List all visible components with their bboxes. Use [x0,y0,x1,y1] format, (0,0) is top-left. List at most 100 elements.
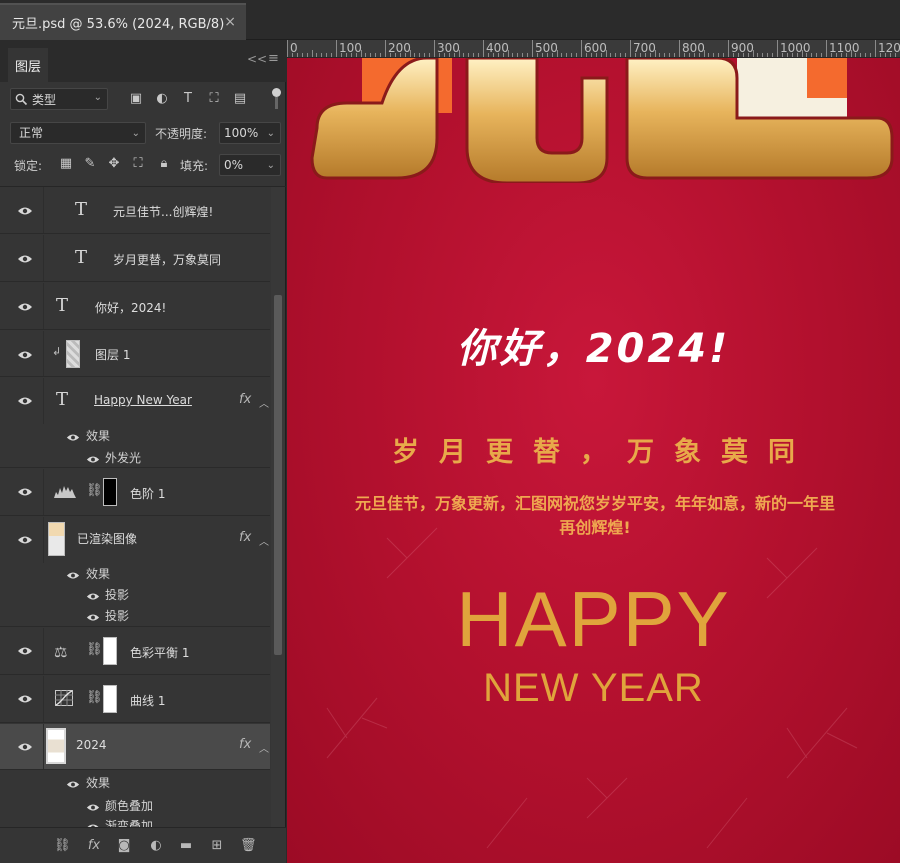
ruler-tick [649,53,651,57]
layers-scrollbar[interactable] [271,187,285,827]
eye-icon[interactable] [17,646,33,656]
ruler-tick [576,53,578,57]
layer-effects-icon[interactable]: fx [239,737,251,752]
delete-layer-icon[interactable]: 🗑︎ [240,838,257,854]
ruler-tick [600,53,602,57]
layer-row[interactable]: T 元旦佳节...创辉煌! [0,187,270,234]
effect-item[interactable]: 颜色叠加 [105,797,153,814]
layer-name: 你好，2024! [95,301,167,315]
filter-type-icon[interactable]: T [180,91,196,107]
layer-row[interactable]: ⛓ 色阶 1 [0,469,270,516]
ruler-tick [723,53,725,57]
filter-pixel-icon[interactable]: ▣ [128,91,144,107]
chevron-up-icon[interactable]: ︿ [259,395,269,410]
eye-icon[interactable] [17,350,33,360]
layers-scrollbar-thumb[interactable] [274,295,282,655]
lock-transparent-pixels-icon[interactable]: ▦ [58,156,74,172]
eye-icon[interactable] [86,611,100,621]
eye-icon[interactable] [86,453,100,463]
fill-field[interactable]: 0% ⌄ [219,154,281,176]
layer-row[interactable]: ⛓ 曲线 1 [0,676,270,723]
layer-row[interactable]: T 你好，2024! [0,283,270,330]
eye-icon[interactable] [66,778,80,788]
new-adjustment-layer-icon[interactable]: ◐ [148,838,164,854]
layer-row-selected[interactable]: 2024 fx ︿ [0,724,270,770]
collapse-panel-icon[interactable]: << [247,52,267,66]
text-layer-icon: T [75,247,88,268]
document-canvas[interactable]: 你好，2024! 岁月更替，万象莫同 元旦佳节，万象更新，汇图网祝您岁岁平安，年… [287,58,900,863]
filter-adjustment-icon[interactable]: ◐ [154,91,170,107]
layer-filter-select[interactable]: 类型 ⌄ [10,88,108,110]
close-tab-icon[interactable]: × [224,14,236,30]
poster-body-text: 元旦佳节，万象更新，汇图网祝您岁岁平安，年年如意，新的一年里再创辉煌! [354,494,835,537]
chevron-up-icon[interactable]: ︿ [259,740,269,755]
lock-artboard-icon[interactable]: ⛶ [130,156,146,172]
filter-shape-icon[interactable]: ⛶ [206,91,222,107]
effect-item[interactable]: 外发光 [105,449,141,466]
horizontal-ruler[interactable]: 0 100 200 300 400 500 600 700 800 900 10… [287,40,900,58]
ruler-tick [884,53,886,57]
layer-effects-icon[interactable]: fx [239,392,251,407]
ruler-tick [796,53,798,57]
eye-icon[interactable] [17,535,33,545]
ruler-tick [703,50,705,57]
blend-mode-select[interactable]: 正常 ⌄ [10,122,146,144]
document-tab[interactable]: 元旦.psd @ 53.6% (2024, RGB/8) × [0,3,246,40]
link-icon[interactable]: ⛓ [86,483,103,498]
eye-icon[interactable] [17,302,33,312]
ruler-tick [473,53,475,57]
ruler-tick [448,53,450,57]
add-layer-style-icon[interactable]: fx [86,838,102,854]
eye-icon[interactable] [66,569,80,579]
eye-icon[interactable] [17,254,33,264]
layer-row[interactable]: 已渲染图像 fx ︿ 效果 投影 投影 [0,517,270,627]
lock-all-icon[interactable]: 🔒︎ [156,156,172,172]
lock-position-icon[interactable]: ✥ [106,156,122,172]
eye-icon[interactable] [66,431,80,441]
new-group-icon[interactable]: ▬ [178,838,194,854]
effect-item[interactable]: 投影 [105,607,129,624]
layers-panel-header: 图层 << ≡ [0,40,286,82]
tab-layers[interactable]: 图层 [8,48,48,82]
ruler-tick [287,40,288,57]
opacity-field[interactable]: 100% ⌄ [219,122,281,144]
layer-mask-thumbnail [103,637,117,665]
eye-icon[interactable] [86,590,100,600]
layer-row[interactable]: ⚖ ⛓ 色彩平衡 1 [0,628,270,675]
eye-icon[interactable] [17,396,33,406]
yuandan-3d-title-graphic [310,58,894,183]
eye-icon[interactable] [17,742,33,752]
ruler-tick [610,53,612,57]
eye-icon[interactable] [86,801,100,811]
layer-name: Happy New Year [94,393,192,407]
layer-effects-icon[interactable]: fx [239,530,251,545]
link-icon[interactable]: ⛓ [86,642,103,657]
document-tab-bar: 元旦.psd @ 53.6% (2024, RGB/8) × [0,0,900,40]
ruler-tick [581,40,582,57]
panel-menu-icon[interactable]: ≡ [268,51,279,66]
lock-image-pixels-icon[interactable]: ✎ [82,156,98,172]
ruler-tick [419,53,421,57]
eye-icon[interactable] [17,206,33,216]
chevron-up-icon[interactable]: ︿ [259,533,269,548]
new-layer-icon[interactable]: ⊞ [209,838,225,854]
link-layers-icon[interactable]: ⛓ [54,838,71,854]
filter-smart-object-icon[interactable]: ▤ [232,91,248,107]
ruler-tick [424,53,426,57]
ruler-tick [478,53,480,57]
layer-row[interactable]: T Happy New Year fx ︿ 效果 外发光 [0,378,270,468]
ruler-tick [458,50,460,57]
layer-name: 曲线 1 [130,694,166,708]
add-mask-icon[interactable]: ◙ [116,838,132,854]
ruler-tick [786,53,788,57]
chevron-down-icon: ⌄ [93,92,102,103]
filter-toggle-switch[interactable] [272,88,281,110]
layer-row[interactable]: T 岁月更替，万象莫同 [0,235,270,282]
eye-icon[interactable] [17,487,33,497]
layer-row[interactable]: ↲ 图层 1 [0,331,270,377]
eye-icon[interactable] [17,694,33,704]
ruler-tick [698,53,700,57]
link-icon[interactable]: ⛓ [86,690,103,705]
effect-item[interactable]: 投影 [105,586,129,603]
ruler-tick [404,53,406,57]
